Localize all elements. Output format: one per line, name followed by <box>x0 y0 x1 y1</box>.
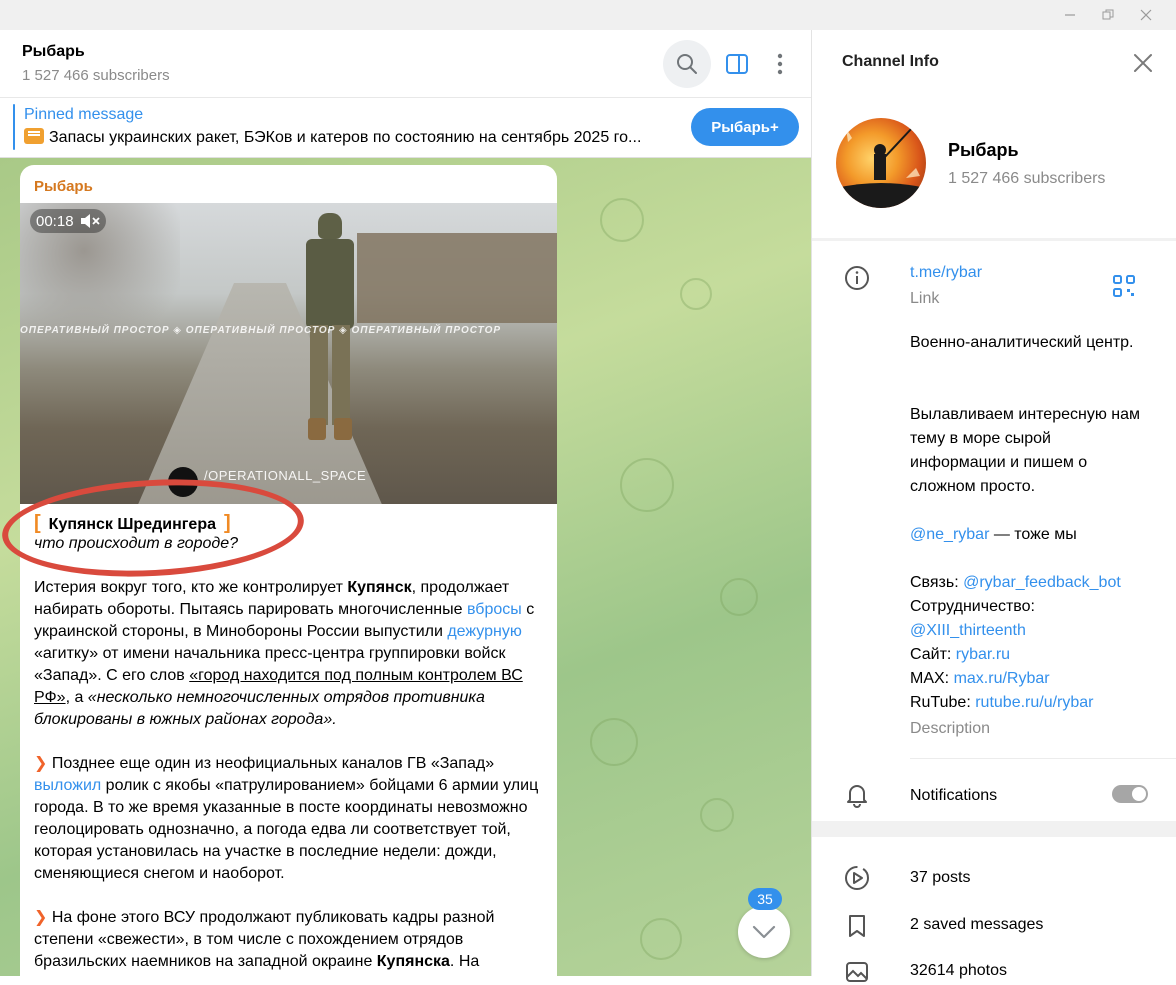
description-caption: Description <box>910 720 991 737</box>
pinned-text: Запасы украинских ракет, БЭКов и катеров… <box>49 129 642 146</box>
saved-count: 2 saved messages <box>910 916 1044 933</box>
pinned-action-button[interactable]: Рыбарь+ <box>691 108 799 146</box>
pinned-label: Pinned message <box>24 106 144 123</box>
video-duration-badge[interactable]: 00:18 <box>30 209 106 233</box>
coop-link[interactable]: @XIII_thirteenth <box>910 619 1150 643</box>
channel-info-panel: Channel Info Рыбарь 1 527 466 subscriber… <box>811 30 1176 982</box>
speech-bubble-icon <box>24 128 44 144</box>
pinned-message-bar[interactable]: Pinned message Запасы украинских ракет, … <box>0 98 811 158</box>
channel-info-section: t.me/rybar Link Военно-аналитический цен… <box>812 241 1176 821</box>
muted-speaker-icon <box>80 214 100 228</box>
message-paragraph-2: ❯ Позднее еще один из неофициальных кана… <box>34 755 539 882</box>
link-vylozhil[interactable]: выложил <box>34 777 101 794</box>
info-icon <box>845 266 869 290</box>
channel-name: Рыбарь <box>948 140 1019 160</box>
minimize-icon[interactable] <box>1054 4 1086 26</box>
window-titlebar <box>0 0 1176 30</box>
video-player[interactable]: ОПЕРАТИВНЫЙ ПРОСТОР ◈ ОПЕРАТИВНЫЙ ПРОСТО… <box>20 203 557 504</box>
chevron-down-icon <box>752 925 776 939</box>
close-panel-button[interactable] <box>1130 50 1156 76</box>
posts-count: 37 posts <box>910 869 971 886</box>
video-watermark: ОПЕРАТИВНЫЙ ПРОСТОР ◈ ОПЕРАТИВНЫЙ ПРОСТО… <box>20 325 502 336</box>
search-icon <box>677 54 697 74</box>
photo-icon <box>846 962 868 982</box>
max-link[interactable]: max.ru/Rybar <box>954 670 1050 687</box>
unread-count-badge: 35 <box>748 888 782 910</box>
sidebar-icon <box>726 54 748 74</box>
description-line-3: @ne_rybar — тоже мы <box>910 526 1077 543</box>
scroll-to-bottom-button[interactable] <box>738 906 790 958</box>
pinned-accent-line <box>13 104 15 150</box>
chat-title[interactable]: Рыбарь <box>22 43 85 61</box>
restore-icon[interactable] <box>1092 4 1124 26</box>
video-scene-fence <box>357 233 557 323</box>
qr-code-icon[interactable] <box>1112 274 1136 298</box>
shared-media-section: 37 posts 2 saved messages 32614 photos <box>812 837 1176 982</box>
arrow-icon: ❯ <box>34 909 48 926</box>
close-icon <box>1134 54 1152 72</box>
panel-title: Channel Info <box>842 53 939 70</box>
message-paragraph-3: ❯ На фоне этого ВСУ продолжают публикова… <box>34 909 495 970</box>
site-link[interactable]: rybar.ru <box>956 646 1010 663</box>
more-vertical-icon <box>777 53 783 75</box>
contact-line: Связь: @rybar_feedback_bot <box>910 574 1121 591</box>
notifications-toggle[interactable] <box>1112 785 1148 803</box>
window-close-icon[interactable] <box>1130 4 1162 26</box>
bell-icon <box>847 785 867 808</box>
divider <box>910 758 1176 759</box>
ne-rybar-link[interactable]: @ne_rybar <box>910 526 989 543</box>
pinned-text-line: Запасы украинских ракет, БЭКов и катеров… <box>24 128 674 147</box>
channel-avatar[interactable] <box>836 118 926 208</box>
chat-header: Рыбарь 1 527 466 subscribers <box>0 30 811 98</box>
link-dezhurnuyu[interactable]: дежурную <box>447 623 522 640</box>
site-line: Сайт: rybar.ru <box>910 646 1011 663</box>
search-button[interactable] <box>663 40 711 88</box>
max-line: MAX: max.ru/Rybar <box>910 670 1050 687</box>
link-vbrosy[interactable]: вбросы <box>467 601 522 618</box>
rutube-line: RuTube: rutube.ru/u/rybar <box>910 694 1094 711</box>
channel-subscribers: 1 527 466 subscribers <box>948 170 1106 187</box>
photos-count: 32614 photos <box>910 962 1007 979</box>
toggle-side-panel-button[interactable] <box>713 40 761 88</box>
message-author[interactable]: Рыбарь <box>34 178 93 195</box>
rutube-link[interactable]: rutube.ru/u/rybar <box>975 694 1093 711</box>
posts-icon <box>845 866 869 890</box>
description-line-1: Военно-аналитический центр. <box>910 334 1134 351</box>
more-options-button[interactable] <box>756 40 804 88</box>
chat-subscribers: 1 527 466 subscribers <box>22 67 170 84</box>
message-paragraph-1: Истерия вокруг того, кто же контролирует… <box>34 579 535 728</box>
video-handle: /OPERATIONALL_SPACE <box>204 468 367 483</box>
feedback-bot-link[interactable]: @rybar_feedback_bot <box>963 574 1121 591</box>
arrow-icon: ❯ <box>34 755 48 772</box>
fisherman-logo-icon <box>836 127 926 208</box>
description-line-2: Вылавливаем интересную нам тему в море с… <box>910 406 1141 495</box>
coop-label: Сотрудничество: <box>910 598 1035 615</box>
video-duration: 00:18 <box>36 212 74 230</box>
bookmark-icon <box>849 915 865 937</box>
channel-info-header: Channel Info Рыбарь 1 527 466 subscriber… <box>812 30 1176 238</box>
